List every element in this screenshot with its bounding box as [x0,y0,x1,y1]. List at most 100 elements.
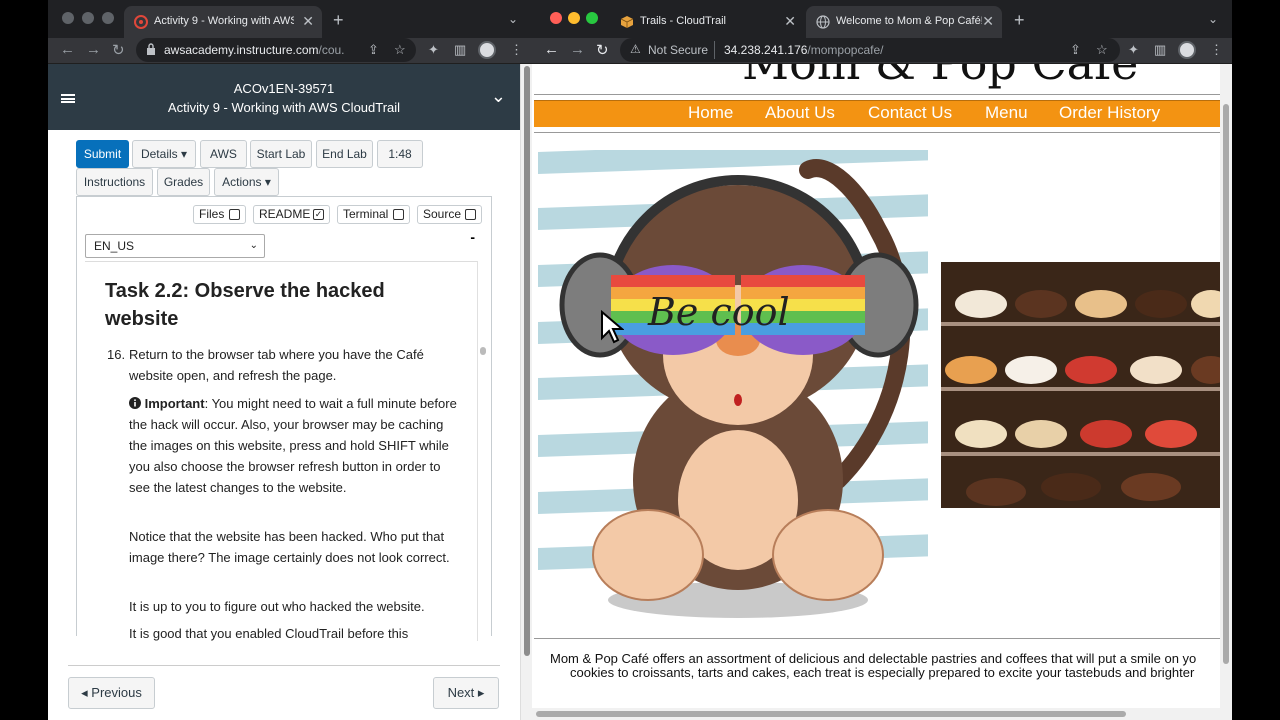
divider [534,94,1222,95]
info-icon [129,397,141,409]
address-bar[interactable]: ⚠ Not Secure 34.238.241.176/mompopcafe/ [620,38,1120,62]
readme-checkbox[interactable]: ✓ [313,209,324,220]
zoom-window-dot[interactable] [586,12,598,24]
canvas-logo-icon [134,15,148,29]
share-icon[interactable]: ⇪ [1070,42,1081,58]
side-panel-icon[interactable]: ▥ [1154,42,1166,58]
page-scrollbar[interactable] [520,64,532,720]
extensions-icon[interactable]: ✦ [428,42,439,58]
readme-toggle[interactable]: README ✓ [253,205,330,224]
new-tab-icon[interactable]: + [1014,10,1025,31]
back-icon[interactable]: ← [544,41,559,58]
figure-out-text: It is up to you to figure out who hacked… [129,599,425,614]
nav-menu[interactable]: Menu [985,103,1028,123]
important-note: Important: You might need to wait a full… [129,393,459,498]
actions-button[interactable]: Actions ▾ [214,168,279,196]
forward-icon[interactable]: → [86,41,101,58]
files-checkbox[interactable] [229,209,240,220]
page-scroll-thumb[interactable] [524,66,530,656]
page-scroll-thumb[interactable] [1223,104,1229,664]
reload-icon[interactable]: ↻ [112,41,125,59]
nav-home[interactable]: Home [688,103,733,123]
course-title: Activity 9 - Working with AWS CloudTrail [167,100,401,115]
divider [85,261,477,262]
tab-mom-pop-cafe[interactable]: Welcome to Mom & Pop Café! ✕ [806,6,1002,38]
files-label: Files [199,207,225,221]
divider [714,41,715,59]
terminal-checkbox[interactable] [393,209,404,220]
share-icon[interactable]: ⇪ [368,42,379,58]
next-button[interactable]: Next ▸ [433,677,499,709]
terminal-label: Terminal [343,207,389,221]
nav-contact-us[interactable]: Contact Us [868,103,952,123]
profile-avatar[interactable] [478,41,496,59]
zoom-window-dot[interactable] [102,12,114,24]
url-host: 34.238.241.176 [724,43,808,57]
instructions-button[interactable]: Instructions [76,168,153,196]
close-tab-icon[interactable]: ✕ [982,13,994,30]
nav-about-us[interactable]: About Us [765,103,835,123]
start-lab-button[interactable]: Start Lab [250,140,312,168]
lab-timer: 1:48 [377,140,423,168]
end-lab-button[interactable]: End Lab [316,140,373,168]
aws-box-icon [620,16,634,28]
close-tab-icon[interactable]: ✕ [784,13,796,30]
close-tab-icon[interactable]: ✕ [302,13,314,30]
source-checkbox[interactable] [465,209,476,220]
extensions-icon[interactable]: ✦ [1128,42,1139,58]
close-window-dot[interactable] [550,12,562,24]
close-window-dot[interactable] [62,12,74,24]
warning-icon: ⚠ [630,42,641,56]
details-button[interactable]: Details ▾ [132,140,196,168]
menu-kebab-icon[interactable]: ⋮ [1210,42,1223,58]
footer-divider [68,665,500,666]
readme-label: README [259,207,311,221]
readme-panel: Files README ✓ Terminal Source EN_US ⌄ - T… [76,196,492,641]
forward-icon[interactable]: → [570,41,585,58]
tab-trails-cloudtrail[interactable]: Trails - CloudTrail ✕ [610,6,804,38]
right-browser-window: Trails - CloudTrail ✕ Welcome to Mom & P… [532,0,1232,720]
page-scrollbar[interactable] [1220,64,1232,720]
new-tab-icon[interactable]: + [333,10,344,31]
profile-avatar[interactable] [1178,41,1196,59]
description-line-1: Mom & Pop Café offers an assortment of d… [550,652,1197,666]
expand-chevron-icon[interactable]: ⌄ [491,86,506,107]
files-toggle[interactable]: Files [193,205,246,224]
source-toggle[interactable]: Source [417,205,482,224]
aws-button[interactable]: AWS [200,140,247,168]
tab-search-chevron-icon[interactable]: ⌄ [508,12,518,26]
globe-icon [816,15,830,29]
horizontal-scrollbar[interactable] [532,708,1220,720]
menu-kebab-icon[interactable]: ⋮ [510,42,523,58]
source-label: Source [423,207,462,221]
url-path: /cou... [318,43,345,57]
language-select[interactable]: EN_US ⌄ [85,234,265,258]
back-icon[interactable]: ← [60,41,75,58]
bookmark-star-icon[interactable]: ☆ [394,42,406,58]
grades-button[interactable]: Grades [157,168,210,196]
readme-scrollbar[interactable] [477,261,487,641]
side-panel-icon[interactable]: ▥ [454,42,466,58]
collapse-icon[interactable]: - [470,229,475,245]
horizontal-scroll-thumb[interactable] [536,711,1126,717]
description-line-2: cookies to croissants, tarts and cakes, … [570,665,1195,680]
tab-strip: Trails - CloudTrail ✕ Welcome to Mom & P… [532,0,1232,38]
be-cool-text: Be cool [647,290,790,334]
minimize-window-dot[interactable] [568,12,580,24]
language-value: EN_US [94,239,135,253]
tab-activity-9[interactable]: Activity 9 - Working with AWS ✕ [124,6,322,38]
divider [534,132,1222,133]
lock-icon [147,43,155,55]
bookmark-star-icon[interactable]: ☆ [1096,42,1108,58]
minimize-window-dot[interactable] [82,12,94,24]
previous-button[interactable]: ◂ Previous [68,677,155,709]
notice-text: Notice that the website has been hacked.… [129,529,450,565]
url-path: /mompopcafe/ [807,43,884,57]
terminal-toggle[interactable]: Terminal [337,205,410,224]
nav-order-history[interactable]: Order History [1059,103,1160,123]
tab-search-chevron-icon[interactable]: ⌄ [1208,12,1218,26]
reload-icon[interactable]: ↻ [596,41,609,59]
submit-button[interactable]: Submit [76,140,129,168]
cafe-description: Mom & Pop Café offers an assortment of d… [550,652,1230,680]
readme-scroll-thumb[interactable] [480,347,486,355]
